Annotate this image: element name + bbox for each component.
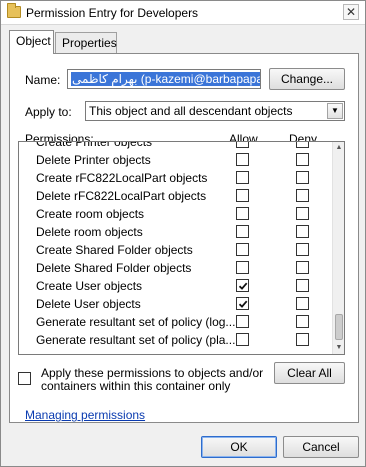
allow-checkbox[interactable] <box>236 142 249 148</box>
deny-checkbox[interactable] <box>296 261 309 274</box>
allow-checkbox[interactable] <box>236 243 249 256</box>
permission-row: Generate resultant set of policy (log... <box>19 313 334 331</box>
permissions-scrollbar[interactable]: ▲ ▼ <box>332 142 344 354</box>
permission-name: Create Printer objects <box>36 141 153 149</box>
permission-row: Delete Shared Folder objects <box>19 259 334 277</box>
deny-checkbox[interactable] <box>296 207 309 220</box>
deny-checkbox[interactable] <box>296 225 309 238</box>
permission-entry-dialog: Permission Entry for Developers ✕ Object… <box>0 0 366 467</box>
close-button[interactable]: ✕ <box>343 4 359 20</box>
allow-checkbox[interactable] <box>236 207 249 220</box>
scrollbar-thumb[interactable] <box>335 314 343 340</box>
permission-row: Delete rFC822LocalPart objects <box>19 187 334 205</box>
permission-name: Create room objects <box>36 207 145 221</box>
allow-checkbox[interactable] <box>236 189 249 202</box>
allow-checkbox[interactable] <box>236 153 249 166</box>
clear-all-button[interactable]: Clear All <box>274 362 345 384</box>
permission-name: Create Shared Folder objects <box>36 243 193 257</box>
permission-row: Create room objects <box>19 205 334 223</box>
managing-permissions-link[interactable]: Managing permissions <box>25 408 145 422</box>
apply-option-label-line2: containers within this container only <box>41 379 231 393</box>
permission-row: Create User objects <box>19 277 334 295</box>
permission-name: Delete room objects <box>36 225 143 239</box>
apply-option-label-line1: Apply these permissions to objects and/o… <box>41 366 264 380</box>
folder-icon <box>7 3 21 18</box>
permission-name: Generate resultant set of policy (pla... <box>36 333 236 347</box>
permission-name: Delete User objects <box>36 297 141 311</box>
permission-row: Delete Printer objects <box>19 151 334 169</box>
permission-row: Create rFC822LocalPart objects <box>19 169 334 187</box>
tab-object[interactable]: Object <box>9 30 54 54</box>
arrow-down-icon[interactable]: ▼ <box>334 343 344 353</box>
allow-checkbox[interactable] <box>236 261 249 274</box>
apply-to-select[interactable]: This object and all descendant objects ▼ <box>85 101 345 121</box>
permission-row: Delete User objects <box>19 295 334 313</box>
cancel-button[interactable]: Cancel <box>283 436 359 458</box>
deny-checkbox[interactable] <box>296 297 309 310</box>
deny-checkbox[interactable] <box>296 142 309 148</box>
name-label: Name: <box>25 73 61 87</box>
allow-checkbox[interactable] <box>236 279 249 292</box>
allow-checkbox[interactable] <box>236 225 249 238</box>
deny-checkbox[interactable] <box>296 171 309 184</box>
deny-checkbox[interactable] <box>296 243 309 256</box>
permission-name: Delete Shared Folder objects <box>36 261 192 275</box>
change-button[interactable]: Change... <box>269 68 345 90</box>
permission-row: Create Shared Folder objects <box>19 241 334 259</box>
permission-row: Create Printer objects <box>19 141 334 151</box>
deny-checkbox[interactable] <box>296 279 309 292</box>
tab-properties[interactable]: Properties <box>55 32 117 53</box>
deny-checkbox[interactable] <box>296 333 309 346</box>
apply-to-container-checkbox[interactable] <box>18 372 31 385</box>
name-value: بهرام کاظمی (p-kazemi@barbapapa.org) <box>71 72 260 86</box>
permission-name: Generate resultant set of policy (log... <box>36 315 236 329</box>
permission-row: Generate resultant set of policy (pla... <box>19 331 334 349</box>
arrow-up-icon[interactable]: ▲ <box>334 143 344 153</box>
permission-name: Create rFC822LocalPart objects <box>36 171 208 185</box>
name-field[interactable]: بهرام کاظمی (p-kazemi@barbapapa.org) <box>67 69 261 89</box>
ok-button[interactable]: OK <box>201 436 277 458</box>
permissions-list[interactable]: Generate resultant set of policy (pla...… <box>18 141 345 355</box>
allow-checkbox[interactable] <box>236 171 249 184</box>
apply-to-value: This object and all descendant objects <box>89 104 293 118</box>
deny-checkbox[interactable] <box>296 153 309 166</box>
tab-properties-label: Properties <box>62 36 117 50</box>
allow-checkbox[interactable] <box>236 333 249 346</box>
allow-checkbox[interactable] <box>236 297 249 310</box>
title-bar: Permission Entry for Developers ✕ <box>1 1 365 25</box>
allow-checkbox[interactable] <box>236 315 249 328</box>
deny-checkbox[interactable] <box>296 315 309 328</box>
window-title: Permission Entry for Developers <box>26 6 199 20</box>
permission-name: Delete Printer objects <box>36 153 151 167</box>
permission-name: Delete rFC822LocalPart objects <box>36 189 207 203</box>
tab-object-label: Object <box>16 34 51 48</box>
permission-row: Delete room objects <box>19 223 334 241</box>
permission-name: Create User objects <box>36 279 143 293</box>
apply-to-label: Apply to: <box>25 105 72 119</box>
chevron-down-icon[interactable]: ▼ <box>327 103 343 119</box>
deny-checkbox[interactable] <box>296 189 309 202</box>
